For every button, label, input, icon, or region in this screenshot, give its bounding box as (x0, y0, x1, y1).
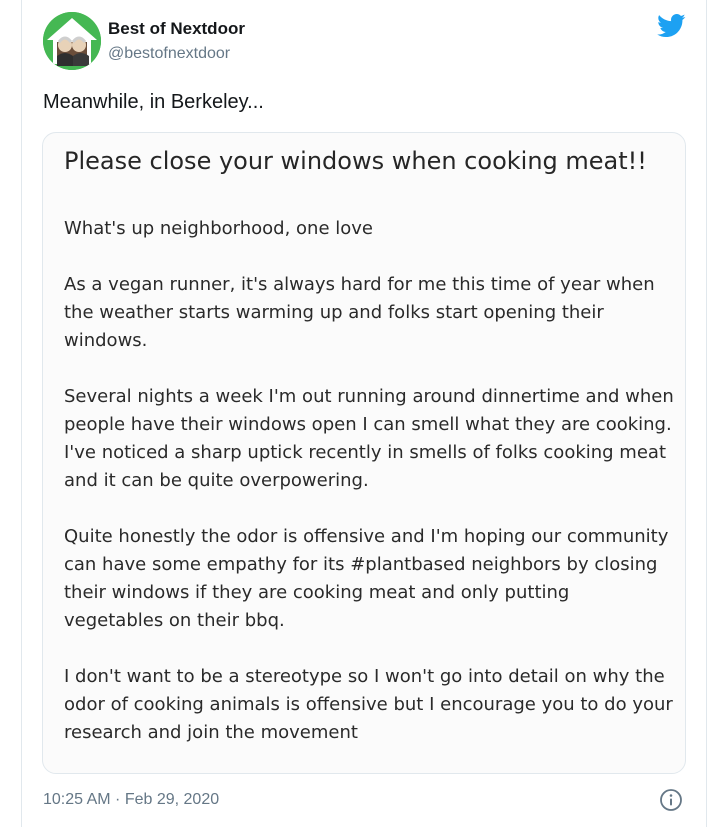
avatar[interactable] (43, 12, 101, 70)
tweet-container: Best of Nextdoor @bestofnextdoor Meanwhi… (21, 0, 707, 827)
post-title: Please close your windows when cooking m… (64, 147, 647, 175)
tweet-timestamp[interactable]: 10:25 AM · Feb 29, 2020 (43, 791, 219, 809)
post-paragraph: I don't want to be a stereotype so I won… (64, 666, 673, 743)
tweet-text: Meanwhile, in Berkeley... (43, 91, 264, 113)
author-name[interactable]: Best of Nextdoor (108, 19, 245, 39)
nextdoor-post-image[interactable]: Please close your windows when cooking m… (42, 132, 686, 774)
post-paragraph: As a vegan runner, it's always hard for … (64, 274, 655, 351)
post-paragraph: Quite honestly the odor is offensive and… (64, 526, 669, 631)
post-paragraph: Several nights a week I'm out running ar… (64, 386, 674, 491)
post-paragraph: What's up neighborhood, one love (64, 218, 373, 239)
info-icon[interactable] (659, 788, 683, 812)
post-body: What's up neighborhood, one love As a ve… (64, 215, 674, 773)
author-handle[interactable]: @bestofnextdoor (108, 45, 230, 63)
twitter-bird-icon[interactable] (657, 14, 686, 38)
